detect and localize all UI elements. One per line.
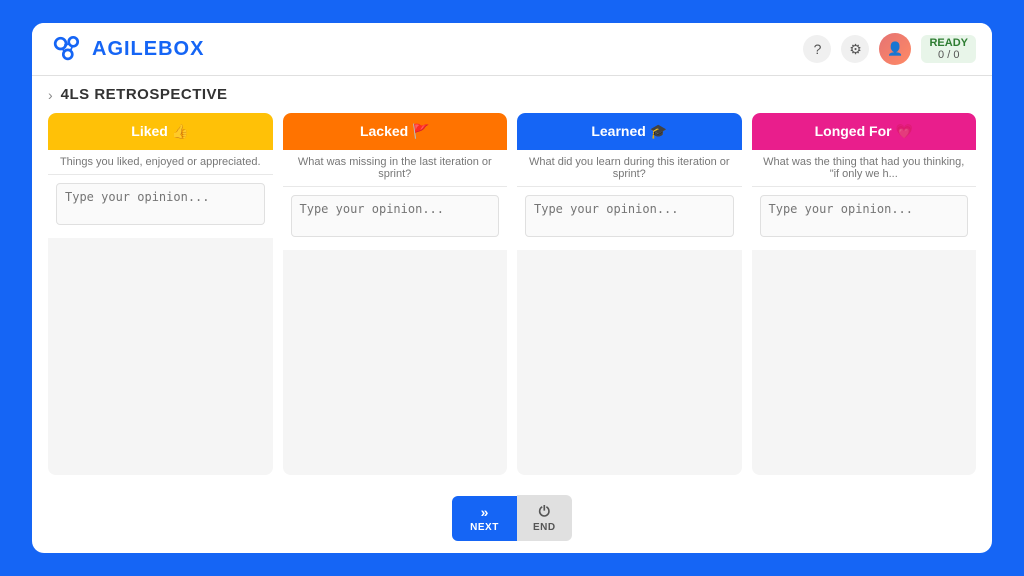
next-icon: » xyxy=(481,504,489,520)
breadcrumb-chevron: › xyxy=(48,87,53,103)
top-bar-right: ? ⚙ 👤 READY 0 / 0 xyxy=(803,33,976,65)
logo-icon xyxy=(48,31,84,67)
next-button[interactable]: » NEXT xyxy=(452,496,517,541)
column-learned-label: Learned 🎓 xyxy=(591,123,667,140)
main-container: AGILEBOX ? ⚙ 👤 READY 0 / 0 › 4LS RETROSP… xyxy=(32,23,992,553)
column-learned-input-area xyxy=(517,187,742,250)
column-lacked-header: Lacked 🚩 xyxy=(283,113,508,150)
column-longed-header: Longed For 💗 xyxy=(752,113,977,150)
page-title: 4LS RETROSPECTIVE xyxy=(61,86,228,103)
help-icon: ? xyxy=(814,41,822,57)
end-button[interactable]: ⏻ END xyxy=(517,495,572,541)
app-name: AGILEBOX xyxy=(92,38,204,61)
column-lacked: Lacked 🚩 What was missing in the last it… xyxy=(283,113,508,475)
column-longed-label: Longed For 💗 xyxy=(815,123,913,140)
ready-label: READY xyxy=(929,37,968,49)
logo-area: AGILEBOX xyxy=(48,31,204,67)
column-longed-input-area xyxy=(752,187,977,250)
help-button[interactable]: ? xyxy=(803,35,831,63)
top-bar: AGILEBOX ? ⚙ 👤 READY 0 / 0 xyxy=(32,23,992,76)
lacked-cards-area xyxy=(283,250,508,475)
column-longed-description: What was the thing that had you thinking… xyxy=(752,150,977,187)
page-header: › 4LS RETROSPECTIVE xyxy=(48,86,976,103)
bottom-bar: » NEXT ⏻ END xyxy=(32,485,992,553)
end-icon: ⏻ xyxy=(539,503,550,520)
content-area: › 4LS RETROSPECTIVE Liked 👍 Things you l… xyxy=(32,76,992,485)
column-lacked-label: Lacked 🚩 xyxy=(360,123,430,140)
column-learned: Learned 🎓 What did you learn during this… xyxy=(517,113,742,475)
column-liked-label: Liked 👍 xyxy=(131,123,189,140)
settings-icon: ⚙ xyxy=(849,41,862,58)
column-liked: Liked 👍 Things you liked, enjoyed or app… xyxy=(48,113,273,475)
columns-area: Liked 👍 Things you liked, enjoyed or app… xyxy=(48,113,976,475)
settings-button[interactable]: ⚙ xyxy=(841,35,869,63)
end-label: END xyxy=(533,522,556,533)
learned-input[interactable] xyxy=(525,195,734,237)
column-liked-header: Liked 👍 xyxy=(48,113,273,150)
next-label: NEXT xyxy=(470,522,499,533)
liked-input[interactable] xyxy=(56,183,265,225)
column-longed: Longed For 💗 What was the thing that had… xyxy=(752,113,977,475)
column-learned-header: Learned 🎓 xyxy=(517,113,742,150)
avatar: 👤 xyxy=(879,33,911,65)
column-liked-input-area xyxy=(48,175,273,238)
ready-count: 0 / 0 xyxy=(938,49,959,61)
liked-cards-area xyxy=(48,238,273,475)
ready-badge: READY 0 / 0 xyxy=(921,35,976,63)
longed-input[interactable] xyxy=(760,195,969,237)
column-learned-description: What did you learn during this iteration… xyxy=(517,150,742,187)
lacked-input[interactable] xyxy=(291,195,500,237)
longed-cards-area xyxy=(752,250,977,475)
column-lacked-description: What was missing in the last iteration o… xyxy=(283,150,508,187)
learned-cards-area xyxy=(517,250,742,475)
column-lacked-input-area xyxy=(283,187,508,250)
column-liked-description: Things you liked, enjoyed or appreciated… xyxy=(48,150,273,175)
